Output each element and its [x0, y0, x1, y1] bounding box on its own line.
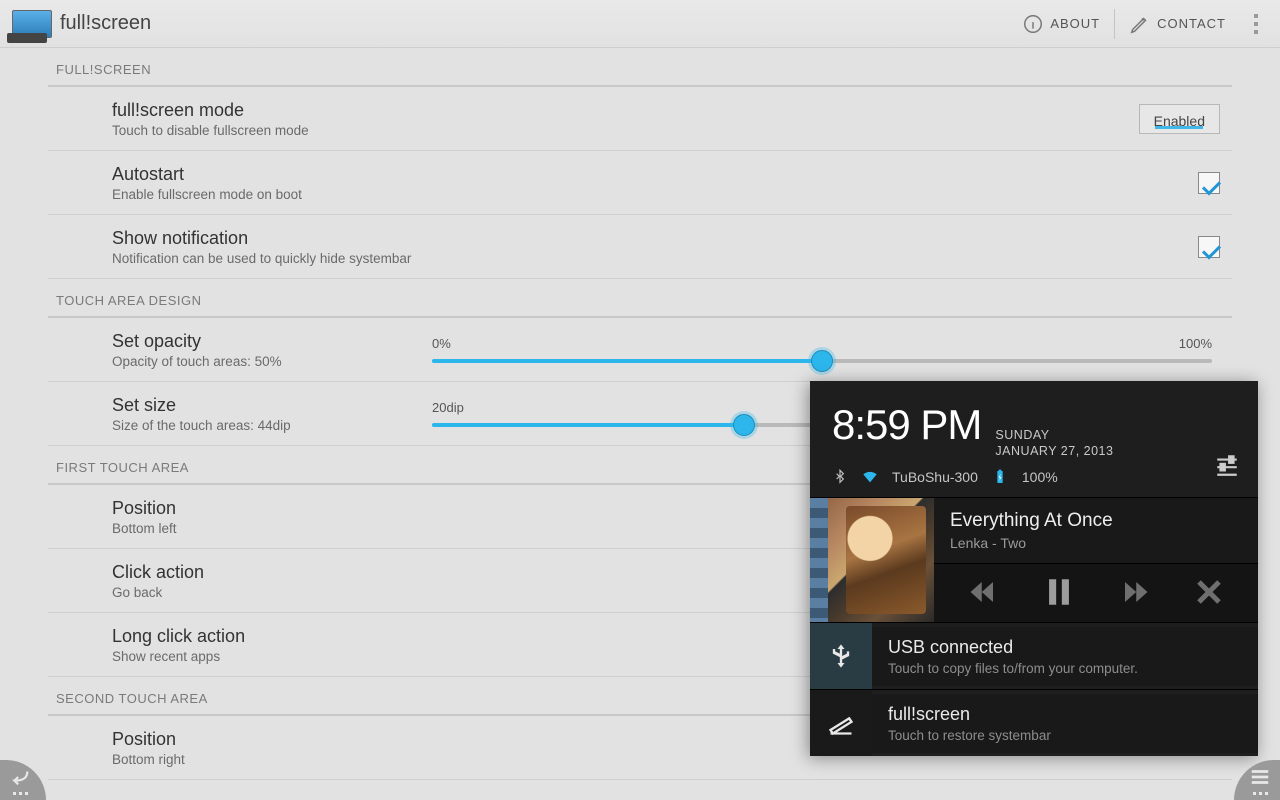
overflow-menu-button[interactable] — [1240, 14, 1272, 34]
row-sub: Bottom right — [112, 752, 412, 767]
battery-percent: 100% — [1022, 469, 1058, 485]
section-header-touch-design: TOUCH AREA DESIGN — [48, 279, 1232, 318]
row-title: Set size — [112, 395, 412, 416]
clock-date: JANUARY 27, 2013 — [995, 443, 1113, 459]
contact-button[interactable]: CONTACT — [1115, 0, 1240, 48]
app-notif-sub: Touch to restore systembar — [888, 728, 1242, 743]
row-title: Set opacity — [112, 331, 412, 352]
app-notif-title: full!screen — [888, 704, 1242, 725]
checkbox-autostart[interactable] — [1198, 172, 1220, 194]
row-click-action-2[interactable]: Click action — [48, 780, 1232, 800]
app-icon — [12, 10, 52, 38]
pencil-icon — [1129, 13, 1151, 35]
fullscreen-restore-icon — [827, 709, 855, 737]
notification-panel: 8:59 PM SUNDAY JANUARY 27, 2013 TuBoShu-… — [810, 381, 1258, 757]
row-sub: Bottom left — [112, 521, 412, 536]
media-prev-button[interactable] — [968, 577, 998, 610]
about-label: ABOUT — [1050, 16, 1100, 31]
row-set-opacity[interactable]: Set opacity Opacity of touch areas: 50% … — [48, 318, 1232, 382]
back-icon — [9, 766, 31, 788]
clock: 8:59 PM — [832, 401, 981, 449]
row-title: Position — [112, 498, 412, 519]
album-art — [810, 498, 934, 622]
notification-header[interactable]: 8:59 PM SUNDAY JANUARY 27, 2013 TuBoShu-… — [810, 381, 1258, 498]
usb-icon — [827, 642, 855, 670]
wifi-ssid: TuBoShu-300 — [892, 469, 978, 485]
media-close-button[interactable] — [1194, 577, 1224, 610]
slider-min-label: 20dip — [432, 400, 464, 415]
usb-sub: Touch to copy files to/from your compute… — [888, 661, 1242, 676]
skip-back-icon — [968, 577, 998, 607]
row-sub: Enable fullscreen mode on boot — [112, 187, 412, 202]
pause-icon — [1042, 575, 1076, 609]
media-pause-button[interactable] — [1042, 575, 1076, 612]
row-title: Long click action — [112, 626, 412, 647]
row-sub: Notification can be used to quickly hide… — [112, 251, 412, 266]
media-artist: Lenka - Two — [950, 535, 1242, 551]
section-header-fullscreen: FULL!SCREEN — [48, 48, 1232, 87]
quick-settings-button[interactable] — [1214, 452, 1240, 483]
row-sub: Touch to disable fullscreen mode — [112, 123, 412, 138]
app-title: full!screen — [60, 12, 151, 35]
row-title: Autostart — [112, 164, 412, 185]
battery-charging-icon — [992, 469, 1008, 485]
media-track-title: Everything At Once — [950, 510, 1242, 532]
about-button[interactable]: ABOUT — [1008, 0, 1114, 48]
opacity-slider[interactable]: 0% 100% — [412, 336, 1232, 363]
row-sub: Go back — [112, 585, 412, 600]
skip-forward-icon — [1120, 577, 1150, 607]
wifi-icon — [862, 469, 878, 485]
clock-day: SUNDAY — [995, 427, 1113, 443]
row-title: Show notification — [112, 228, 412, 249]
usb-notification[interactable]: USB connected Touch to copy files to/fro… — [810, 622, 1258, 689]
media-next-button[interactable] — [1120, 577, 1150, 610]
row-show-notification[interactable]: Show notification Notification can be us… — [48, 215, 1232, 279]
row-title: Position — [112, 729, 412, 750]
recents-icon — [1249, 766, 1271, 788]
app-notification[interactable]: full!screen Touch to restore systembar — [810, 689, 1258, 756]
row-sub: Size of the touch areas: 44dip — [112, 418, 412, 433]
row-title: Click action — [112, 562, 412, 583]
row-sub: Opacity of touch areas: 50% — [112, 354, 412, 369]
row-title: full!screen mode — [112, 100, 412, 121]
checkbox-notification[interactable] — [1198, 236, 1220, 258]
slider-min-label: 0% — [432, 336, 451, 351]
row-fullscreen-mode[interactable]: full!screen mode Touch to disable fullsc… — [48, 87, 1232, 151]
usb-title: USB connected — [888, 637, 1242, 658]
info-icon — [1022, 13, 1044, 35]
enabled-toggle[interactable]: Enabled — [1139, 104, 1220, 134]
contact-label: CONTACT — [1157, 16, 1226, 31]
bluetooth-icon — [832, 469, 848, 485]
row-sub: Show recent apps — [112, 649, 412, 664]
close-icon — [1194, 577, 1224, 607]
slider-max-label: 100% — [1179, 336, 1212, 351]
actionbar: full!screen ABOUT CONTACT — [0, 0, 1280, 48]
row-autostart[interactable]: Autostart Enable fullscreen mode on boot — [48, 151, 1232, 215]
media-notification[interactable]: Everything At Once Lenka - Two — [810, 497, 1258, 622]
